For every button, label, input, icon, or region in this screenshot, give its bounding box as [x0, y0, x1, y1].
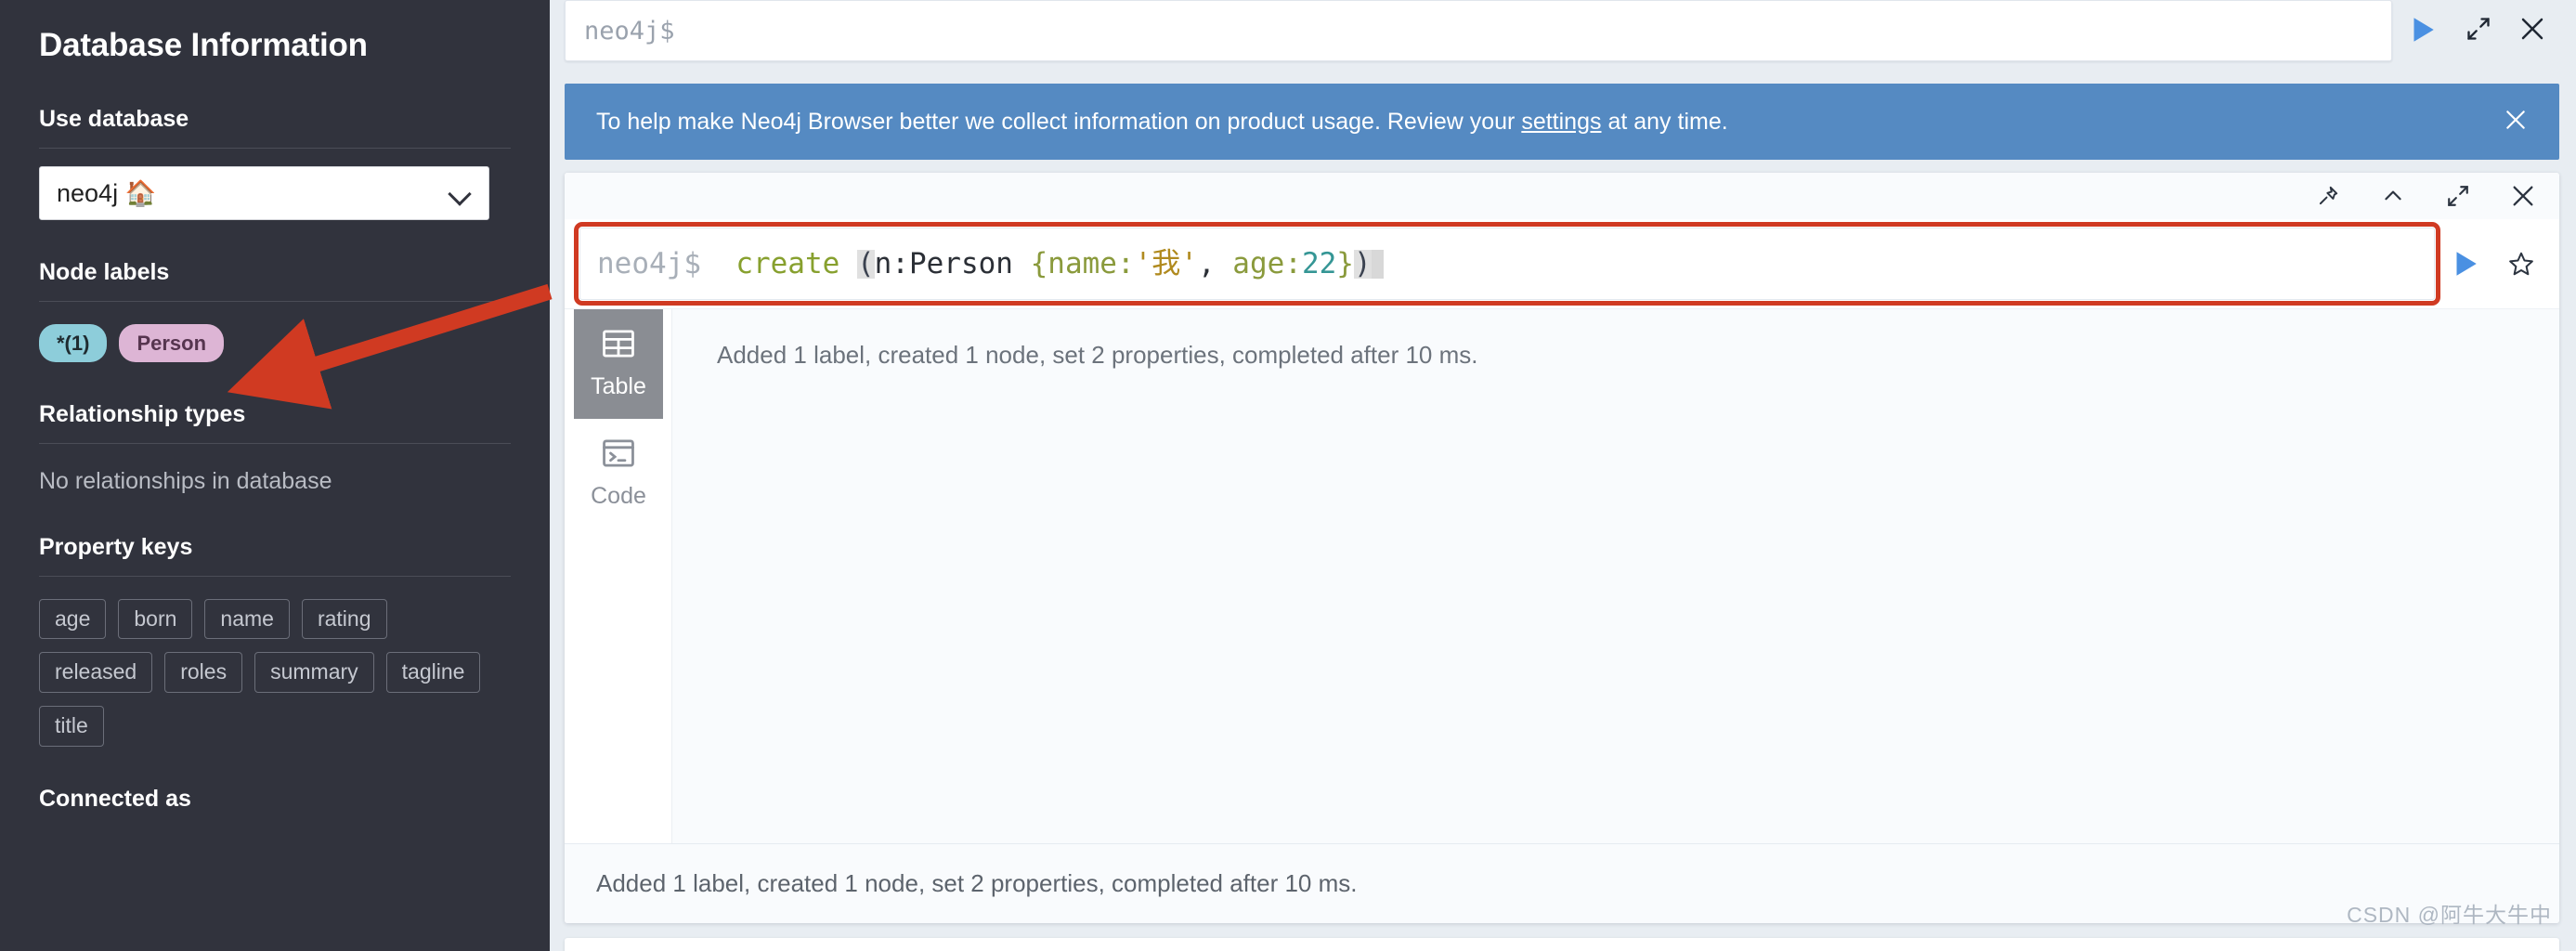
code-terminal-icon — [601, 437, 636, 476]
banner-close-icon[interactable] — [2498, 106, 2533, 137]
node-labels-chip-list: *(1) Person — [39, 323, 511, 362]
frame-status-text: Added 1 label, created 1 node, set 2 pro… — [596, 869, 1358, 897]
next-frame-stub — [565, 938, 2559, 951]
tab-code-label: Code — [591, 483, 646, 509]
editor-prompt: neo4j$ — [584, 16, 675, 46]
pin-icon[interactable] — [2309, 176, 2348, 215]
database-information-sidebar: Database Information Use database neo4j … — [0, 0, 550, 951]
query-comma: , — [1197, 246, 1233, 280]
banner-message: To help make Neo4j Browser better we col… — [596, 109, 2498, 136]
banner-text-after: at any time. — [1601, 108, 1728, 135]
property-key-chip[interactable]: tagline — [385, 652, 481, 693]
neo4j-browser-window: Database Information Use database neo4j … — [0, 0, 2576, 951]
result-view-tabs: Table Code — [565, 309, 672, 843]
tab-table[interactable]: Table — [574, 309, 663, 419]
query-open-brace: { — [1030, 246, 1048, 280]
relationship-types-heading: Relationship types — [39, 400, 246, 427]
query-prop-age: age: — [1232, 246, 1302, 280]
property-key-chip[interactable]: name — [204, 598, 290, 640]
property-keys-chip-list: age born name rating released roles summ… — [39, 598, 511, 747]
query-string-value: '我' — [1134, 246, 1198, 280]
chevron-up-icon[interactable] — [2374, 176, 2413, 215]
page-title: Database Information — [39, 27, 368, 63]
database-select-value: neo4j 🏠 — [57, 178, 157, 207]
query-result-frame: neo4j$ create (n:Person {name: '我', age: 2… — [565, 173, 2559, 923]
expand-icon[interactable] — [2452, 0, 2505, 58]
chevron-down-icon — [449, 182, 472, 204]
database-select[interactable]: neo4j 🏠 — [39, 165, 489, 220]
divider — [39, 300, 511, 302]
property-key-chip[interactable]: born — [118, 598, 193, 640]
frame-status-bar: Added 1 label, created 1 node, set 2 pro… — [565, 843, 2559, 923]
frame-cypher-query[interactable]: neo4j$ create (n:Person {name: '我', age: 2… — [574, 222, 2440, 306]
close-icon[interactable] — [2505, 0, 2559, 58]
banner-text-before: To help make Neo4j Browser better we col… — [596, 108, 1522, 135]
query-close-paren: ) — [1353, 246, 1372, 280]
query-num-value: 22 — [1301, 246, 1337, 280]
close-icon[interactable] — [2504, 176, 2543, 215]
divider — [39, 442, 511, 444]
run-query-button[interactable] — [2392, 0, 2452, 59]
main-content-area: neo4j$ To help make Neo4j Browser better… — [550, 0, 2576, 951]
result-summary-text: Added 1 label, created 1 node, set 2 pro… — [717, 341, 1478, 369]
query-keyword: create — [735, 246, 840, 280]
query-prop-name: name: — [1047, 246, 1135, 280]
database-select-wrapper: neo4j 🏠 — [39, 165, 511, 220]
result-output-pane: Added 1 label, created 1 node, set 2 pro… — [672, 309, 2559, 843]
connected-as-heading: Connected as — [39, 785, 191, 812]
divider — [39, 147, 511, 149]
query-open-paren: ( — [856, 246, 875, 280]
property-key-chip[interactable]: age — [39, 598, 107, 640]
property-key-chip[interactable]: rating — [301, 598, 387, 640]
node-label-chip-person[interactable]: Person — [119, 323, 225, 362]
property-keys-heading: Property keys — [39, 533, 193, 560]
expand-icon[interactable] — [2439, 176, 2478, 215]
watermark: CSDN @阿牛大牛中 — [2347, 903, 2552, 927]
tab-table-label: Table — [591, 373, 646, 399]
star-icon[interactable] — [2494, 235, 2548, 293]
query-close-brace: } — [1336, 246, 1354, 280]
banner-settings-link[interactable]: settings — [1521, 109, 1601, 135]
node-labels-heading: Node labels — [39, 258, 170, 285]
frame-editor-row: neo4j$ create (n:Person {name: '我', age: 2… — [565, 219, 2559, 308]
property-key-chip[interactable]: released — [39, 652, 153, 693]
frame-body: Table Code Added 1 label, created 1 node… — [565, 308, 2559, 843]
telemetry-banner: To help make Neo4j Browser better we col… — [565, 84, 2559, 160]
query-prompt: neo4j$ — [597, 246, 701, 280]
divider — [39, 575, 511, 577]
text-caret: | — [1371, 249, 1384, 279]
use-database-heading: Use database — [39, 105, 189, 132]
table-icon — [601, 328, 636, 366]
tab-code[interactable]: Code — [574, 419, 663, 528]
property-key-chip[interactable]: summary — [254, 652, 374, 693]
query-identifier: n:Person — [874, 246, 1031, 280]
frame-run-query-button[interactable] — [2435, 234, 2494, 293]
relationship-types-empty-text: No relationships in database — [39, 467, 332, 494]
frame-titlebar — [565, 173, 2559, 219]
cypher-editor-input[interactable]: neo4j$ — [565, 0, 2392, 61]
node-label-chip-all[interactable]: *(1) — [39, 323, 108, 362]
property-key-chip[interactable]: roles — [164, 652, 243, 693]
top-editor-row: neo4j$ — [565, 0, 2559, 72]
property-key-chip[interactable]: title — [39, 705, 104, 747]
